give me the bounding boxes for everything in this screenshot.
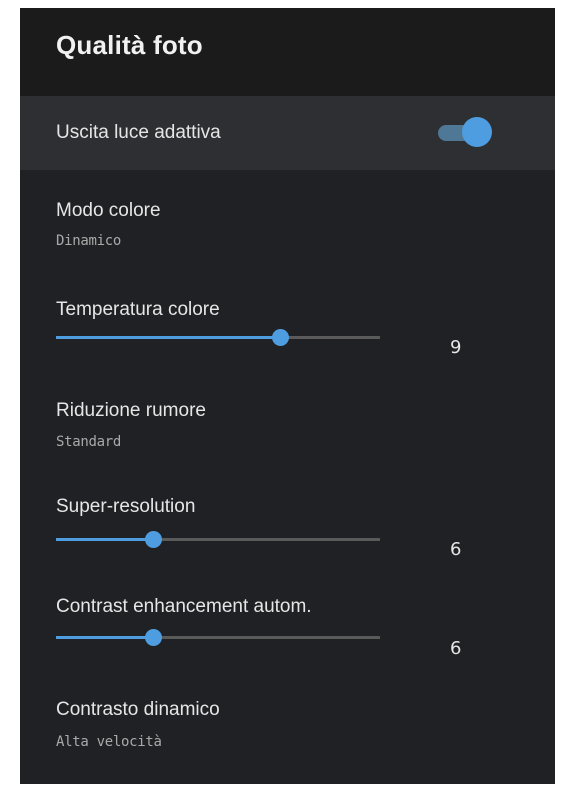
super-resolution-slider[interactable]	[56, 530, 380, 550]
slider-fill	[56, 336, 280, 339]
page-title: Qualità foto	[56, 30, 203, 60]
toggle-knob	[462, 117, 492, 147]
contrast-enhancement-label: Contrast enhancement autom.	[56, 596, 312, 617]
slider-fill	[56, 538, 154, 541]
color-mode-row[interactable]: Modo colore Dinamico	[20, 170, 555, 270]
slider-fill	[56, 636, 154, 639]
slider-thumb[interactable]	[271, 329, 289, 346]
color-temperature-label: Temperatura colore	[56, 299, 220, 320]
color-temperature-row[interactable]: Temperatura colore 9	[20, 270, 555, 370]
super-resolution-value: 6	[450, 539, 462, 560]
color-mode-label: Modo colore	[56, 200, 161, 221]
noise-reduction-value: Standard	[56, 434, 122, 450]
slider-thumb[interactable]	[145, 629, 163, 646]
dynamic-contrast-row[interactable]: Contrasto dinamico Alta velocità	[20, 670, 555, 784]
contrast-enhancement-value: 6	[450, 638, 462, 659]
super-resolution-label: Super-resolution	[56, 496, 196, 517]
slider-thumb[interactable]	[145, 531, 163, 548]
color-temperature-value: 9	[450, 337, 462, 358]
color-temperature-slider[interactable]	[56, 328, 380, 348]
super-resolution-row[interactable]: Super-resolution 6	[20, 470, 555, 570]
color-mode-value: Dinamico	[56, 233, 122, 249]
dynamic-contrast-label: Contrasto dinamico	[56, 699, 220, 720]
settings-panel: Qualità foto Uscita luce adattiva Modo c…	[20, 8, 555, 784]
noise-reduction-row[interactable]: Riduzione rumore Standard	[20, 370, 555, 470]
dynamic-contrast-value: Alta velocità	[56, 734, 162, 750]
panel-header: Qualità foto	[20, 8, 555, 96]
contrast-enhancement-row[interactable]: Contrast enhancement autom. 6	[20, 570, 555, 670]
noise-reduction-label: Riduzione rumore	[56, 400, 206, 421]
adaptive-light-row[interactable]: Uscita luce adattiva	[20, 96, 555, 170]
adaptive-light-label: Uscita luce adattiva	[56, 122, 221, 143]
adaptive-light-toggle[interactable]	[436, 116, 494, 150]
contrast-enhancement-slider[interactable]	[56, 628, 380, 648]
